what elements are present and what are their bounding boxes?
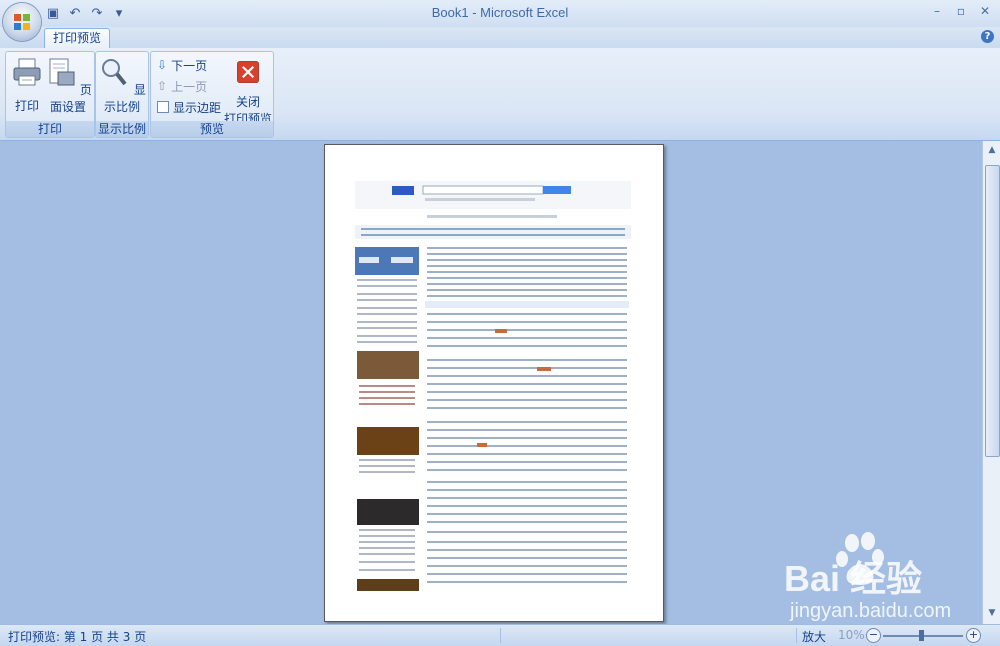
print-group: 打印 页面设置 打印	[5, 51, 95, 138]
watermark-url: jingyan.baidu.com	[789, 600, 951, 622]
ribbon-tab-row: 打印预览	[0, 27, 1000, 48]
tab-print-preview[interactable]: 打印预览	[44, 28, 111, 48]
prev-page-button[interactable]: ⇧ 上一页	[157, 77, 207, 95]
office-button[interactable]	[3, 3, 41, 41]
zoom-out-icon[interactable]: −	[866, 628, 881, 643]
show-margins-checkbox[interactable]: 显示边距	[157, 98, 221, 116]
close-icon[interactable]: ✕	[978, 4, 992, 18]
preview-group-label: 预览	[151, 121, 273, 137]
page-content-thumbnail	[355, 181, 631, 591]
scroll-up-icon[interactable]: ▲	[986, 145, 998, 157]
minimize-icon[interactable]: –	[930, 4, 944, 18]
page-setup-button[interactable]: 页面设置	[44, 56, 92, 115]
next-page-button[interactable]: ⇩ 下一页	[157, 56, 207, 74]
help-icon[interactable]: ?	[981, 30, 994, 43]
status-text: 打印预览: 第 1 页 共 3 页	[8, 630, 147, 644]
close-label-line1: 关闭	[235, 95, 260, 109]
close-preview-button[interactable]: 关闭 打印预览	[223, 56, 273, 127]
page-setup-icon	[49, 58, 75, 86]
status-separator	[796, 628, 797, 643]
prev-page-label: 上一页	[171, 79, 208, 94]
window-title: Book1 - Microsoft Excel	[431, 5, 569, 20]
magnifier-icon	[102, 59, 127, 86]
watermark-logo: Bai 经验	[784, 558, 922, 599]
title-bar: ▣ ↶ ↷ ▾ Book1 - Microsoft Excel – ▫ ✕	[0, 0, 1000, 27]
close-red-x-icon	[237, 61, 259, 83]
maximize-icon[interactable]: ▫	[954, 4, 968, 18]
prev-page-icon: ⇧	[157, 79, 168, 93]
ribbon: 打印 页面设置 打印 显示比例 显示比例 ⇩ 下一页 ⇧ 上一页 显示边距 关闭…	[0, 48, 1000, 141]
scroll-thumb[interactable]	[985, 165, 1000, 457]
print-button[interactable]: 打印	[10, 56, 44, 114]
printer-icon	[13, 58, 41, 86]
preview-group: ⇩ 下一页 ⇧ 上一页 显示边距 关闭 打印预览 预览	[150, 51, 274, 138]
show-margins-label: 显示边距	[173, 100, 222, 115]
status-bar: 打印预览: 第 1 页 共 3 页 放大 10% − +	[0, 624, 1000, 646]
window-controls: – ▫ ✕	[930, 4, 992, 18]
print-group-label: 打印	[6, 121, 94, 137]
zoom-slider-thumb[interactable]	[919, 630, 924, 641]
zoom-button[interactable]: 显示比例	[98, 56, 146, 115]
status-separator	[500, 628, 501, 643]
next-page-label: 下一页	[171, 58, 208, 73]
next-page-icon: ⇩	[157, 58, 168, 72]
office-logo-icon	[14, 14, 30, 30]
zoom-in-icon[interactable]: +	[966, 628, 981, 643]
zoom-group-label: 显示比例	[96, 121, 148, 137]
zoom-group: 显示比例 显示比例	[95, 51, 149, 138]
baidu-jingyan-watermark: Bai 经验 jingyan.baidu.com	[784, 532, 951, 622]
zoom-value: 10%	[838, 628, 865, 642]
checkbox-box	[157, 101, 169, 113]
preview-page[interactable]	[324, 144, 664, 622]
print-button-label: 打印	[14, 99, 39, 113]
zoom-in-label[interactable]: 放大	[802, 628, 826, 645]
